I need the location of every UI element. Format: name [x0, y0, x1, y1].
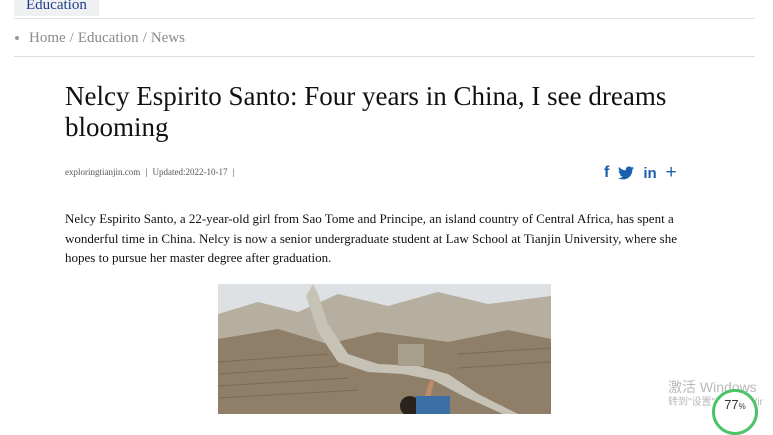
- progress-gauge[interactable]: 77%: [712, 389, 758, 435]
- plus-icon[interactable]: +: [666, 162, 677, 183]
- article-updated: Updated:2022-10-17: [152, 167, 228, 177]
- facebook-icon[interactable]: f: [604, 164, 609, 182]
- share-bar: f in +: [604, 162, 677, 183]
- twitter-icon[interactable]: [618, 164, 635, 182]
- section-tab[interactable]: Education: [14, 0, 99, 16]
- breadcrumb-home[interactable]: Home: [29, 29, 66, 47]
- gauge-unit: %: [738, 402, 746, 411]
- top-divider: [14, 18, 755, 19]
- breadcrumb: Home / Education / News: [14, 29, 185, 47]
- linkedin-icon[interactable]: in: [643, 164, 656, 182]
- bullet-icon: [15, 36, 19, 40]
- breadcrumb-divider: [14, 56, 755, 57]
- breadcrumb-education[interactable]: Education: [78, 29, 139, 47]
- article-title: Nelcy Espirito Santo: Four years in Chin…: [65, 81, 667, 142]
- breadcrumb-news[interactable]: News: [151, 29, 185, 47]
- breadcrumb-separator: /: [69, 30, 74, 46]
- article-source: exploringtianjin.com: [65, 167, 141, 177]
- article-meta: exploringtianjin.com | Updated:2022-10-1…: [65, 167, 235, 177]
- breadcrumb-separator: /: [142, 30, 147, 46]
- gauge-value: 77: [724, 397, 739, 412]
- article-lead: Nelcy Espirito Santo, a 22-year-old girl…: [65, 211, 677, 265]
- article-photo: [218, 284, 551, 414]
